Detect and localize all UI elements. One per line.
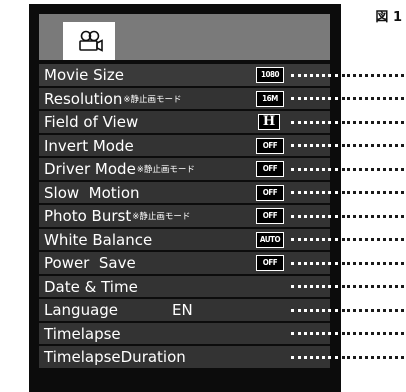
leader-dots-inside <box>291 262 338 265</box>
driver-mode-value-badge: OFF <box>256 161 284 177</box>
menu-item-resolution[interactable]: Resolution※静止画モード 16M <box>39 87 330 109</box>
menu-item-timelapse-duration[interactable]: TimelapseDuration <box>39 346 330 368</box>
menu-item-label: Driver Mode※静止画モード <box>44 160 195 178</box>
leader-dots-inside <box>291 121 338 124</box>
settings-menu: Movie Size 1080 Resolution※静止画モード 16M Fi… <box>39 64 330 370</box>
menu-item-label: Date & Time <box>44 277 138 296</box>
leader-dots-outside <box>342 121 404 124</box>
menu-item-driver-mode[interactable]: Driver Mode※静止画モード OFF <box>39 158 330 180</box>
leader-dots-inside <box>291 144 338 147</box>
leader-dots-inside <box>291 332 338 335</box>
invert-mode-value-badge: OFF <box>256 137 284 154</box>
white-balance-value-badge: AUTO <box>256 231 284 248</box>
slow-motion-value-badge: OFF <box>256 184 284 201</box>
menu-item-field-of-view[interactable]: Field of View H <box>39 111 330 133</box>
leader-dots-inside <box>291 168 338 171</box>
video-mode-tab[interactable] <box>63 22 115 60</box>
menu-header <box>39 14 330 60</box>
leader-dots-outside <box>342 285 404 288</box>
movie-size-value-badge: 1080 <box>256 67 284 83</box>
menu-item-slow-motion[interactable]: Slow Motion OFF <box>39 181 330 203</box>
photo-burst-value-badge: OFF <box>256 208 284 224</box>
menu-item-date-time[interactable]: Date & Time <box>39 275 330 297</box>
language-value: EN <box>172 301 193 319</box>
leader-dots-outside <box>342 74 404 77</box>
leader-dots-outside <box>342 97 404 100</box>
menu-item-label: Slow Motion <box>44 183 140 202</box>
menu-item-label: White Balance <box>44 230 153 249</box>
menu-item-timelapse[interactable]: Timelapse <box>39 322 330 344</box>
menu-item-label: Photo Burst※静止画モード <box>44 207 191 225</box>
video-camera-icon <box>79 30 103 52</box>
leader-dots-inside <box>291 309 338 312</box>
menu-item-language[interactable]: Language EN <box>39 299 330 321</box>
menu-item-white-balance[interactable]: White Balance AUTO <box>39 228 330 250</box>
leader-dots-outside <box>342 356 404 359</box>
leader-dots-outside <box>342 309 404 312</box>
power-save-value-badge: OFF <box>256 255 284 271</box>
menu-item-label: Language EN <box>44 301 193 319</box>
leader-dots-outside <box>342 191 404 194</box>
menu-item-label: Invert Mode <box>44 136 134 155</box>
leader-dots-outside <box>342 215 404 218</box>
leader-dots-inside <box>291 191 338 194</box>
menu-item-label: Movie Size <box>44 66 124 84</box>
menu-item-label: Timelapse <box>44 324 121 343</box>
field-of-view-value-badge: H <box>258 114 280 130</box>
leader-dots-outside <box>342 238 404 241</box>
menu-item-label: TimelapseDuration <box>44 348 186 366</box>
menu-item-movie-size[interactable]: Movie Size 1080 <box>39 64 330 86</box>
leader-dots-inside <box>291 215 338 218</box>
leader-dots-outside <box>342 262 404 265</box>
resolution-value-badge: 16M <box>256 90 284 107</box>
leader-dots-inside <box>291 285 338 288</box>
leader-dots-inside <box>291 74 338 77</box>
menu-item-label: Power Save <box>44 254 136 272</box>
menu-item-label: Resolution※静止画モード <box>44 89 182 108</box>
leader-dots-outside <box>342 168 404 171</box>
leader-dots-inside <box>291 356 338 359</box>
leader-dots-inside <box>291 97 338 100</box>
menu-item-photo-burst[interactable]: Photo Burst※静止画モード OFF <box>39 205 330 227</box>
leader-dots-outside <box>342 144 404 147</box>
figure-label: 図 1 <box>375 10 402 25</box>
leader-dots-outside <box>342 332 404 335</box>
leader-dots-inside <box>291 238 338 241</box>
menu-item-invert-mode[interactable]: Invert Mode OFF <box>39 134 330 156</box>
menu-item-power-save[interactable]: Power Save OFF <box>39 252 330 274</box>
menu-item-label: Field of View <box>44 113 139 131</box>
